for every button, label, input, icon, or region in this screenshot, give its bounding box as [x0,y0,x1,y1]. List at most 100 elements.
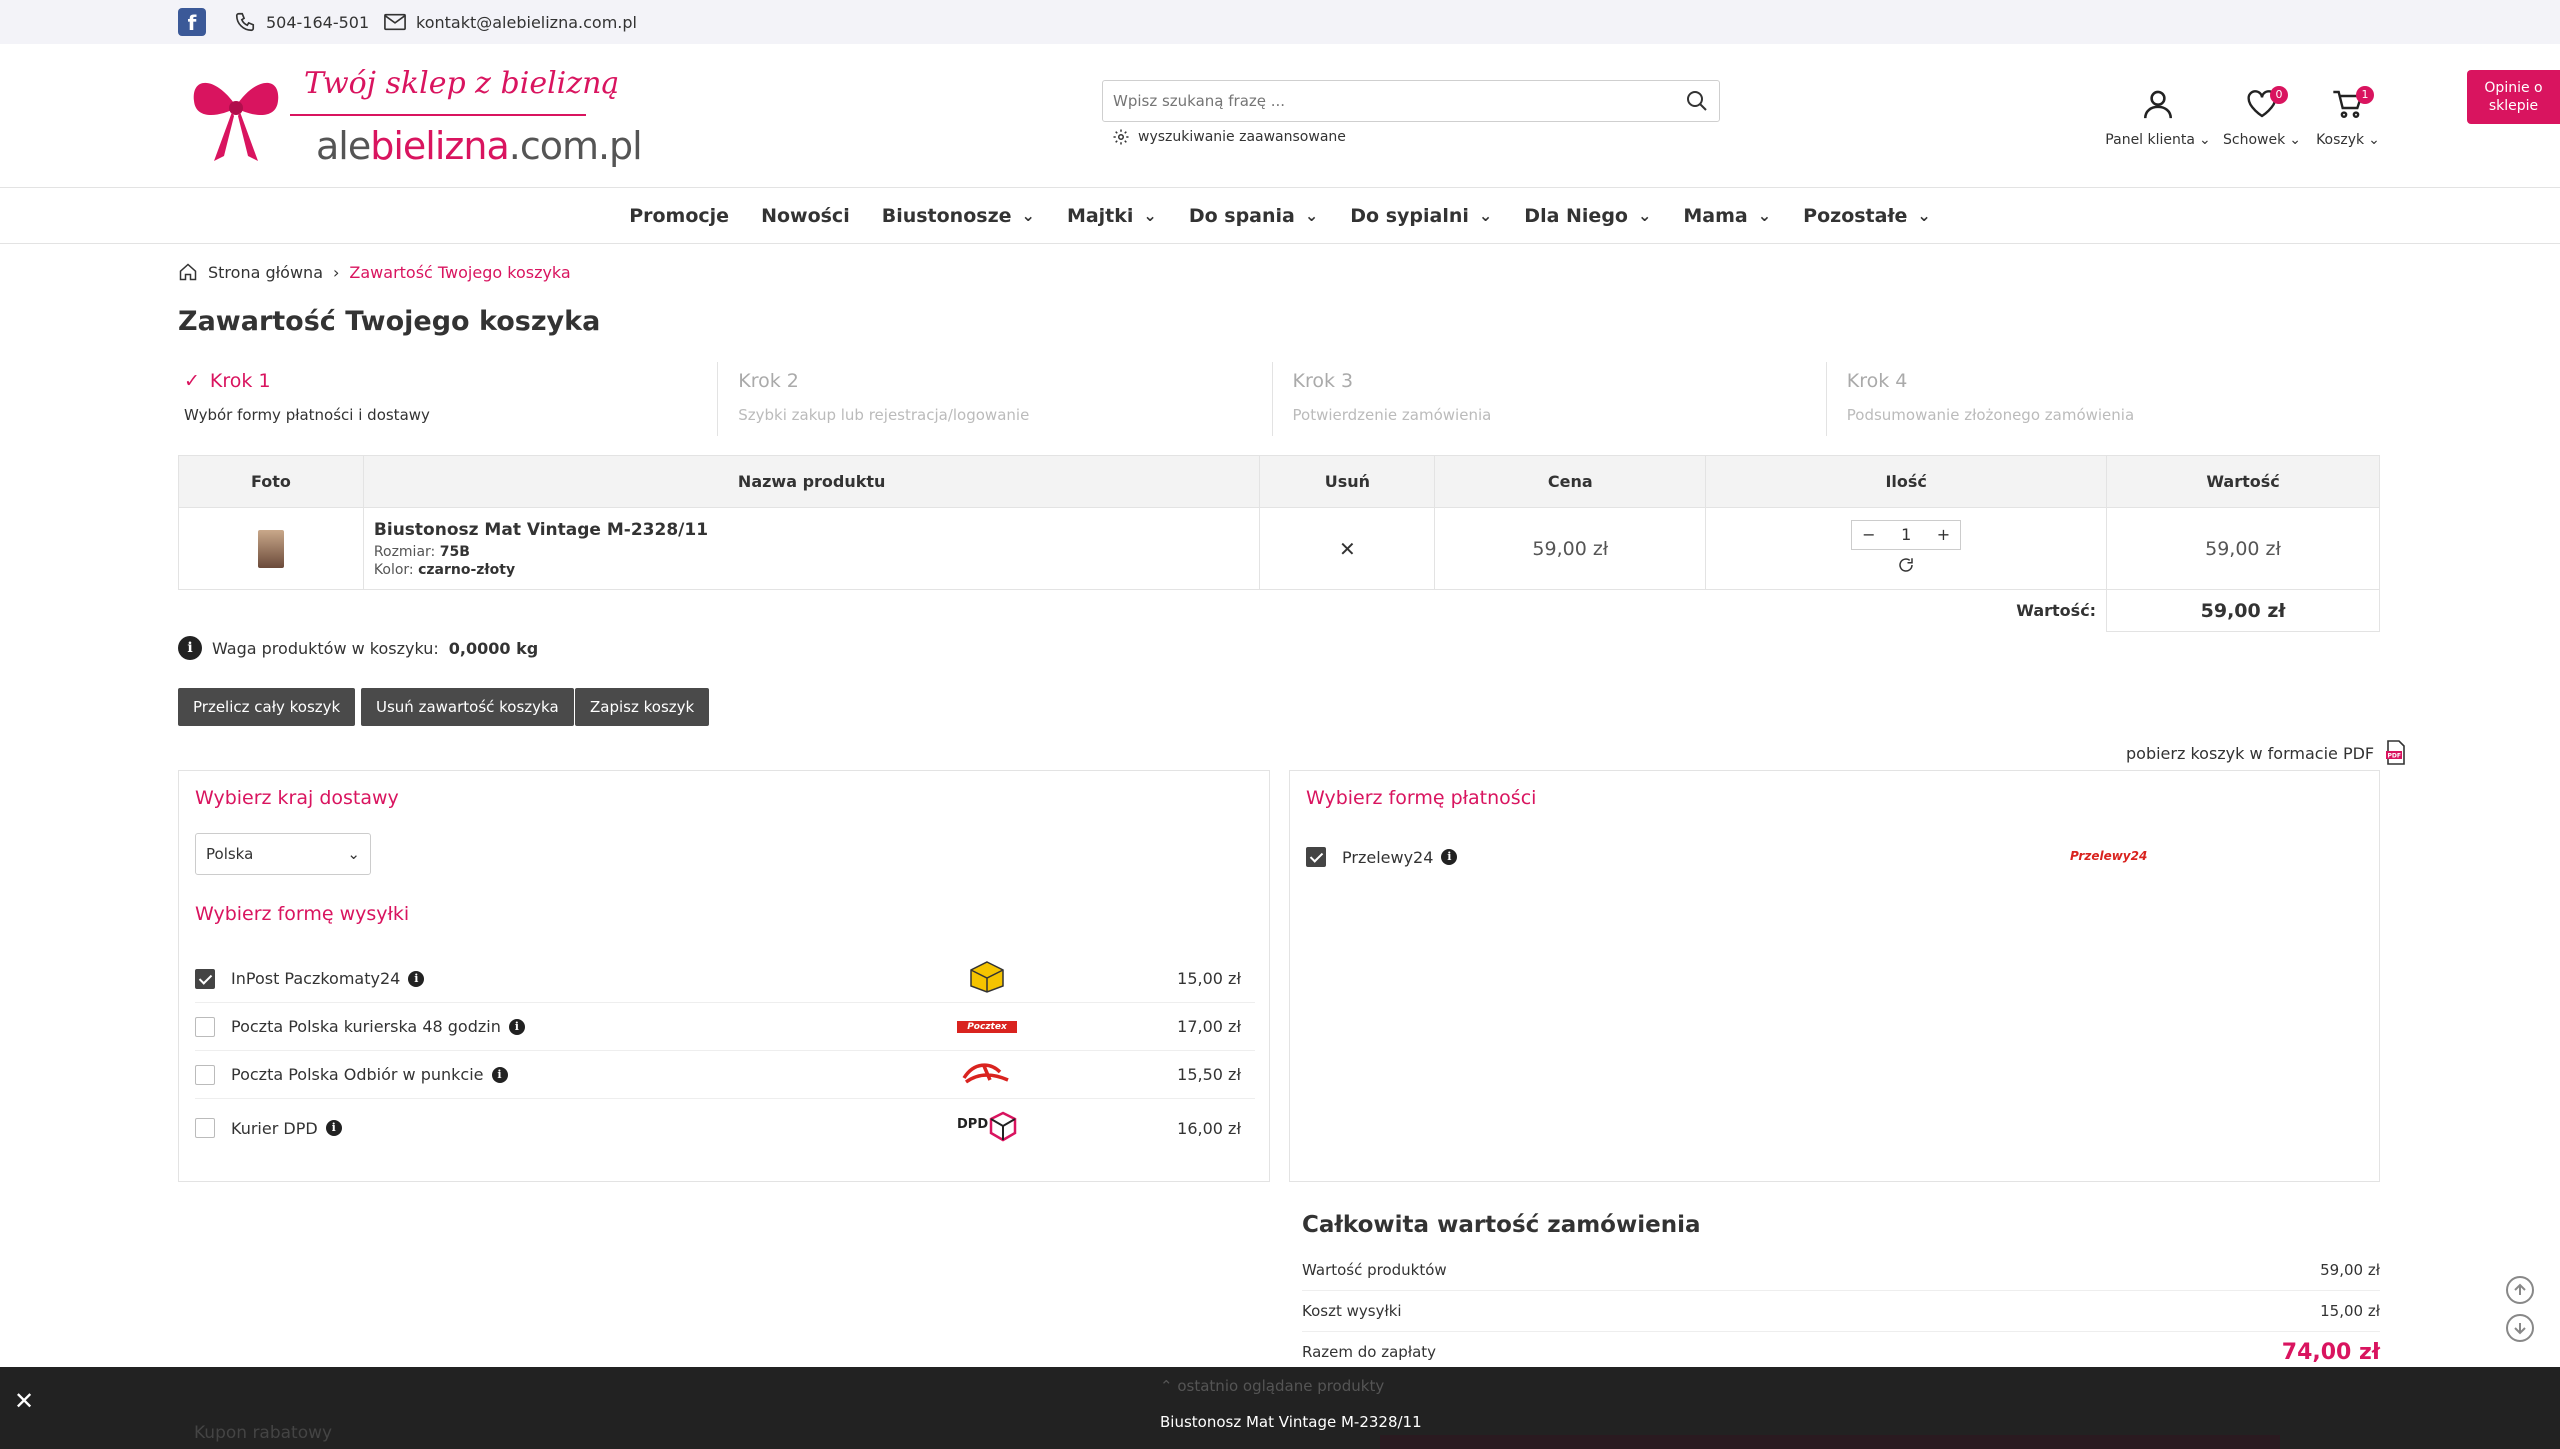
table-row: Biustonosz Mat Vintage M-2328/11 Rozmiar… [178,507,2380,590]
email-contact[interactable]: kontakt@alebielizna.com.pl [384,8,637,36]
chevron-down-icon: ⌄ [1304,206,1319,225]
nav-item-label: Dla Niego [1524,204,1628,227]
phone-number: 504-164-501 [266,12,370,32]
cart-weight: i Waga produktów w koszyku: 0,0000 kg [178,636,538,660]
increase-button[interactable]: + [1937,525,1950,544]
shipping-checkbox[interactable] [195,1064,215,1085]
decrease-button[interactable]: − [1862,525,1875,544]
cart-table: Foto Nazwa produktu Usuń Cena Ilość Wart… [178,455,2380,632]
phone-contact[interactable]: 504-164-501 [234,8,369,36]
gear-icon [1113,129,1129,145]
country-select[interactable]: Polska ⌄ [195,833,371,875]
checkout-steps: ✓ Krok 1 Wybór formy płatności i dostawy … [178,362,2380,436]
step-4: Krok 4 Podsumowanie złożonego zamówienia [1846,370,2135,424]
recently-viewed-toggle[interactable]: ⌃ ostatnio oglądane produkty [1160,1377,1384,1395]
col-photo: Foto [178,455,364,508]
download-pdf-link[interactable]: pobierz koszyk w formacie PDF PDF [2126,740,2408,766]
recent-product-name[interactable]: Biustonosz Mat Vintage M-2328/11 [1160,1413,1422,1431]
wishlist[interactable]: 0 Schowek ⌄ [2212,82,2312,148]
table-header-row: Foto Nazwa produktu Usuń Cena Ilość Wart… [178,455,2380,508]
info-icon[interactable]: i [1441,849,1458,865]
payment-option[interactable]: Przelewy24 i [1306,847,1458,867]
quantity-value[interactable]: 1 [1901,525,1911,544]
nav-item[interactable]: Biustonosze ⌄ [882,205,1035,227]
close-icon[interactable]: ✕ [14,1387,34,1415]
nav-item[interactable]: Majtki ⌄ [1067,205,1157,227]
nav-item[interactable]: Do spania ⌄ [1189,205,1318,227]
store-reviews-button[interactable]: Opinie o sklepie [2467,70,2560,124]
breadcrumb-current: Zawartość Twojego koszyka [349,262,571,282]
poczta-polska-logo [955,1058,1019,1091]
svg-text:DPD: DPD [957,1117,988,1132]
info-icon[interactable]: i [408,970,425,987]
col-remove: Usuń [1259,455,1436,508]
nav-item[interactable]: Dla Niego ⌄ [1524,205,1651,227]
step-2: Krok 2 Szybki zakup lub rejestracja/logo… [718,362,1273,436]
advanced-search-link[interactable]: wyszukiwanie zaawansowane [1112,128,1346,146]
nav-item-label: Majtki [1066,204,1134,227]
cart[interactable]: 1 Koszyk ⌄ [2298,82,2398,148]
col-name: Nazwa produktu [362,455,1261,508]
nav-item-label: Promocje [629,204,730,227]
scroll-up-icon[interactable] [2506,1276,2534,1304]
shipping-checkbox[interactable] [195,1016,215,1037]
col-qty: Ilość [1705,455,2108,508]
save-cart-button[interactable]: Zapisz koszyk [575,688,710,726]
nav-item[interactable]: Promocje [629,205,729,227]
breadcrumb-home[interactable]: Strona główna [208,263,323,282]
nav-item-label: Do spania [1188,204,1295,227]
quantity-stepper[interactable]: − 1 + [1851,519,1962,550]
home-icon[interactable] [178,262,198,282]
product-thumbnail[interactable] [257,529,284,568]
check-icon: ✓ [184,370,200,392]
nav-item-label: Biustonosze [881,204,1012,227]
page-title: Zawartość Twojego koszyka [178,306,601,337]
info-icon[interactable]: i [491,1066,508,1083]
shipping-option[interactable]: Poczta Polska Odbiór w punkcie i 15,50 zł [195,1051,1255,1099]
nav-item-label: Mama [1683,204,1748,227]
shipping-checkbox[interactable] [195,968,215,989]
facebook-icon[interactable]: f [178,8,206,36]
phone-icon [235,12,255,32]
summary-title: Całkowita wartość zamówienia [1302,1212,1701,1238]
nav-item[interactable]: Nowości [761,205,850,227]
total-row: Wartość: 59,00 zł [179,589,2380,632]
item-value: 59,00 zł [2205,537,2281,560]
chevron-down-icon: ⌄ [1917,206,1931,225]
nav-item[interactable]: Pozostałe ⌄ [1803,205,1931,227]
bow-icon [193,82,279,161]
shipping-option[interactable]: Poczta Polska kurierska 48 godzin i Poczt… [195,1003,1255,1051]
nav-item[interactable]: Do sypialni ⌄ [1350,205,1492,227]
search-icon[interactable] [1685,89,1709,113]
search-input[interactable] [1113,89,1653,113]
nav-item[interactable]: Mama ⌄ [1683,205,1771,227]
remove-item-icon[interactable]: ✕ [1339,537,1356,561]
shipping-option[interactable]: InPost Paczkomaty24 i 15,00 zł [195,955,1255,1003]
product-name[interactable]: Biustonosz Mat Vintage M-2328/11 [374,520,1260,540]
step-3: Krok 3 Potwierdzenie zamówienia [1273,362,1827,436]
total-value: 59,00 zł [2200,599,2286,622]
info-icon[interactable]: i [325,1120,342,1136]
customer-panel[interactable]: Panel klienta ⌄ [2105,82,2211,148]
email-address: kontakt@alebielizna.com.pl [416,12,637,32]
info-icon[interactable]: i [508,1018,525,1035]
pdf-icon: PDF [2386,740,2405,765]
scroll-down-icon[interactable] [2506,1314,2534,1342]
search-box [1102,80,1720,122]
coupon-label: Kupon rabatowy [194,1423,333,1443]
chevron-down-icon: ⌄ [2368,132,2380,148]
chevron-down-icon: ⌄ [2198,132,2211,148]
shipping-checkbox[interactable] [195,1118,215,1138]
payment-checkbox[interactable] [1306,847,1326,867]
site-logo[interactable]: Twój sklep z bielizną alebielizna.com.pl [186,66,643,186]
pocztex-logo: Pocztex [955,1020,1019,1033]
chevron-up-icon: ⌃ [1160,1377,1173,1395]
recently-viewed-bar: ✕ ⌃ ostatnio oglądane produkty Biustonos… [0,1367,2560,1449]
logo-tagline: Twój sklep z bielizną [304,66,620,101]
refresh-icon[interactable] [1897,556,1915,574]
clear-cart-button[interactable]: Usuń zawartość koszyka [361,688,574,726]
product-color: Kolor: czarno-złoty [373,561,516,578]
recalculate-cart-button[interactable]: Przelicz cały koszyk [178,688,356,726]
przelewy24-logo: Przelewy24 [2070,849,2148,863]
shipping-option[interactable]: Kurier DPD i DPD 16,00 zł [195,1099,1255,1157]
